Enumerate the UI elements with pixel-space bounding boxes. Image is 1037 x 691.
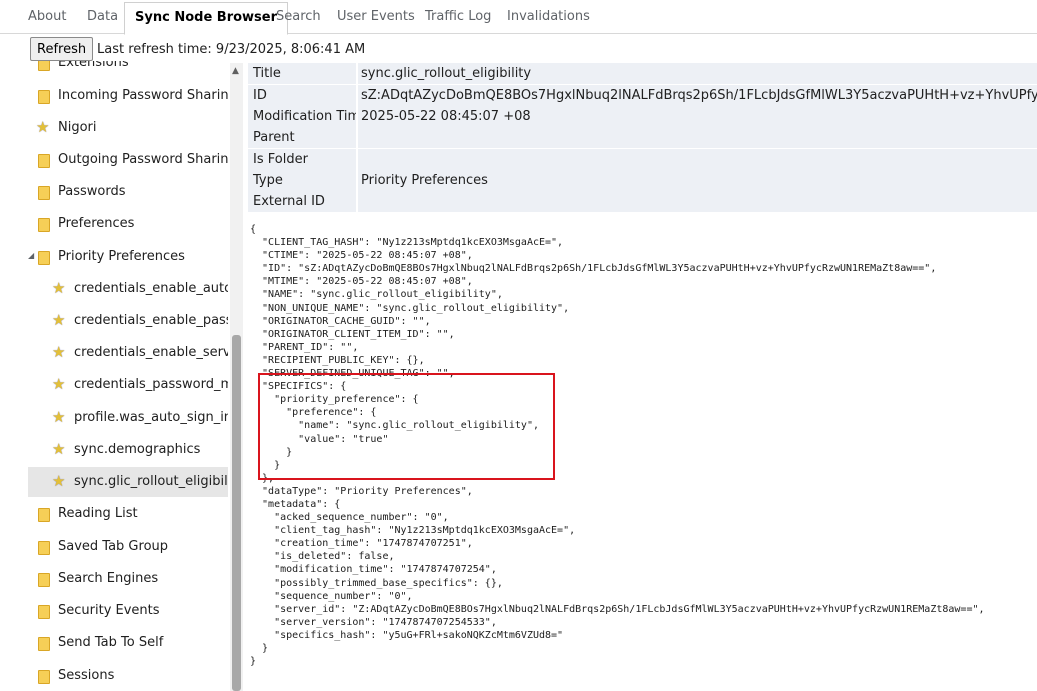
tree-node[interactable]: ★ Nigori (28, 113, 228, 143)
scroll-up-arrow-icon[interactable]: ▲ (232, 66, 239, 76)
detail-key: Modification Time (248, 106, 356, 127)
star-icon: ★ (52, 408, 66, 426)
tree-node[interactable]: ★ sync.demographics (28, 435, 228, 465)
folder-icon (38, 637, 50, 651)
tree-node-label: Search Engines (58, 571, 159, 586)
detail-value: sync.glic_rollout_eligibility (358, 63, 1037, 84)
tree-scrollbar[interactable]: ▲ (230, 63, 243, 691)
detail-value: 2025-05-22 08:45:07 +08 (358, 106, 1037, 127)
expand-arrow-icon[interactable]: ◢ (28, 251, 34, 260)
tree-node[interactable]: Preferences (28, 209, 228, 239)
tree-node[interactable]: Outgoing Password Sharing Invitations (28, 145, 228, 175)
tree-node[interactable]: ★ credentials_enable_password_manager (28, 306, 228, 336)
tree-node[interactable]: Extensions (28, 61, 228, 78)
detail-key: Title (248, 63, 356, 84)
tree-node-label: Passwords (58, 184, 126, 199)
tab-traffic-log[interactable]: Traffic Log (425, 0, 491, 33)
detail-row-type: Type Priority Preferences (248, 170, 1037, 191)
tree-node[interactable]: Sessions (28, 661, 228, 691)
tree-node-label: Send Tab To Self (58, 635, 164, 650)
refresh-button[interactable]: Refresh (30, 37, 93, 61)
tree-node[interactable]: Saved Tab Group (28, 532, 228, 562)
tree-node-label: Sessions (58, 668, 115, 683)
tree-node-label: Nigori (58, 120, 97, 135)
tree-node[interactable]: ★ credentials_enable_autosignin (28, 274, 228, 304)
detail-row-is-folder: Is Folder (248, 149, 1037, 170)
tree-node-label: Reading List (58, 506, 138, 521)
folder-icon (38, 154, 50, 168)
tree-node[interactable]: ★ credentials_password_manager (28, 370, 228, 400)
detail-row-external-id: External ID (248, 191, 1037, 212)
tree-node[interactable]: Search Engines (28, 564, 228, 594)
star-icon: ★ (52, 279, 66, 297)
tab-invalidations[interactable]: Invalidations (507, 0, 590, 33)
tree-node-label: sync.demographics (74, 442, 201, 457)
tree-node[interactable]: ★ credentials_enable_service (28, 338, 228, 368)
detail-key: Type (248, 170, 356, 191)
folder-icon (38, 218, 50, 232)
tab-data[interactable]: Data (87, 0, 118, 33)
detail-row-id: ID sZ:ADqtAZycDoBmQE8BOs7HgxlNbuq2lNALFd… (248, 85, 1037, 106)
tree-node-label: profile.was_auto_sign_in_first_run (74, 410, 228, 425)
folder-icon (38, 605, 50, 619)
folder-icon (38, 573, 50, 587)
tree-node[interactable]: Send Tab To Self (28, 628, 228, 658)
tree-node-label: Incoming Password Sharing Invitations (58, 88, 228, 103)
tree-node[interactable]: Security Events (28, 596, 228, 626)
star-icon: ★ (36, 118, 50, 136)
tree-node-label: Security Events (58, 603, 160, 618)
folder-icon (38, 508, 50, 522)
detail-key: External ID (248, 191, 356, 212)
tree-node-label: Priority Preferences (58, 249, 185, 264)
star-icon: ★ (52, 343, 66, 361)
detail-row-modification-time: Modification Time 2025-05-22 08:45:07 +0… (248, 106, 1037, 127)
folder-icon (38, 541, 50, 555)
detail-row-title: Title sync.glic_rollout_eligibility (248, 63, 1037, 84)
tab-about[interactable]: About (28, 0, 66, 33)
tree-node-label: Extensions (58, 61, 129, 70)
tree-node[interactable]: ◢ Priority Preferences (28, 242, 228, 272)
tree-node-label: Saved Tab Group (58, 539, 169, 554)
tab-user-events[interactable]: User Events (337, 0, 415, 33)
tree-node-label: credentials_enable_autosignin (74, 281, 228, 296)
detail-value (358, 191, 1037, 212)
folder-icon (38, 186, 50, 200)
detail-value (358, 127, 1037, 148)
tree-node-label: credentials_enable_password_manager (74, 313, 228, 328)
sync-node-tree: Extensions Incoming Password Sharing Invi… (28, 61, 228, 691)
tree-node-label: Outgoing Password Sharing Invitations (58, 152, 228, 167)
last-refresh-time: Last refresh time: 9/23/2025, 8:06:41 AM (97, 42, 366, 57)
tree-node-label: credentials_enable_service (74, 345, 228, 360)
detail-value: Priority Preferences (358, 170, 1037, 191)
star-icon: ★ (52, 311, 66, 329)
tree-node-label: credentials_password_manager (74, 377, 228, 392)
tree-node[interactable]: Reading List (28, 499, 228, 529)
tree-node[interactable]: Incoming Password Sharing Invitations (28, 81, 228, 111)
folder-icon (38, 61, 50, 71)
detail-row-parent: Parent (248, 127, 1037, 148)
tree-node[interactable]: Passwords (28, 177, 228, 207)
tab-search[interactable]: Search (276, 0, 321, 33)
folder-icon (38, 670, 50, 684)
tab-bar: About Data Sync Node Browser Search User… (0, 0, 1037, 35)
scrollbar-thumb[interactable] (232, 335, 241, 691)
star-icon: ★ (52, 375, 66, 393)
specifics-highlight-box (258, 373, 555, 480)
star-icon: ★ (52, 440, 66, 458)
detail-value: sZ:ADqtAZycDoBmQE8BOs7HgxlNbuq2lNALFdBrq… (358, 85, 1037, 106)
tree-node[interactable]: ★ profile.was_auto_sign_in_first_run (28, 403, 228, 433)
detail-key: Is Folder (248, 149, 356, 170)
folder-icon (38, 251, 50, 265)
detail-key: Parent (248, 127, 356, 148)
tab-sync-node-browser[interactable]: Sync Node Browser (124, 2, 289, 35)
detail-key: ID (248, 85, 356, 106)
detail-value (358, 149, 1037, 170)
tree-node[interactable]: ★ sync.glic_rollout_eligibility (28, 467, 228, 497)
tree-node-label: Preferences (58, 216, 135, 231)
tree-node-label: sync.glic_rollout_eligibility (74, 474, 228, 489)
folder-icon (38, 90, 50, 104)
star-icon: ★ (52, 472, 66, 490)
